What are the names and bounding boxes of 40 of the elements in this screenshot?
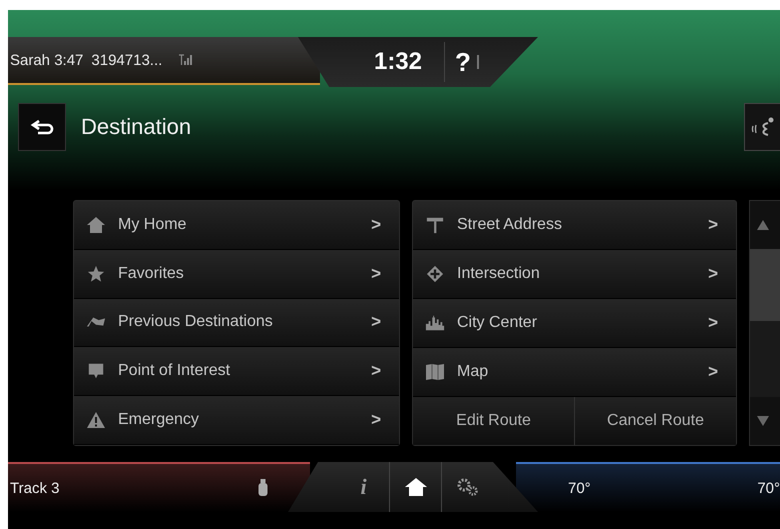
menu-item[interactable]: Favorites > (74, 250, 399, 299)
speech-bubble-icon (86, 362, 106, 380)
temperature-text: 70° (757, 480, 780, 496)
menu-item[interactable]: Street Address > (413, 201, 736, 250)
menu-item[interactable]: City Center > (413, 299, 736, 348)
signpost-icon (425, 216, 445, 234)
house-icon (86, 216, 106, 234)
menu-item[interactable]: Point of Interest > (74, 347, 399, 396)
route-button[interactable]: Edit Route (413, 397, 575, 445)
scroll-thumb[interactable] (750, 249, 780, 321)
house-icon (404, 477, 428, 497)
map-icon (425, 363, 445, 381)
star-icon (86, 264, 106, 283)
menu-item[interactable]: Emergency > (74, 396, 399, 445)
crossroads-icon (425, 265, 445, 283)
signal-icon (178, 54, 194, 66)
back-button[interactable] (18, 103, 66, 151)
indicator-icon (476, 55, 479, 69)
voice-button[interactable] (744, 103, 780, 151)
menu-item[interactable]: My Home > (74, 201, 399, 250)
phone-number: 3194713... (91, 52, 162, 68)
settings-icon (456, 477, 480, 497)
down-arrow-icon (756, 415, 770, 427)
menu-item[interactable]: Intersection > (413, 250, 736, 299)
scroll-bar[interactable] (749, 200, 780, 446)
info-button[interactable]: i (338, 462, 390, 512)
city-skyline-icon (425, 314, 445, 332)
up-arrow-icon (756, 219, 770, 231)
return-arrow-icon (30, 119, 54, 135)
warning-icon (86, 411, 106, 430)
help-button[interactable]: ? (455, 46, 471, 78)
track-text: Track 3 (10, 480, 60, 496)
temperature-text: 70° (568, 480, 591, 496)
page-title: Destination (81, 114, 192, 140)
route-button[interactable]: Cancel Route (575, 397, 736, 445)
menu-item[interactable]: Previous Destinations > (74, 298, 399, 348)
menu-item[interactable]: Map > (413, 348, 736, 397)
caller-text: Sarah 3:47 (10, 52, 84, 68)
clock-text: 1:32 (372, 48, 424, 76)
usb-stick-icon (258, 479, 268, 497)
